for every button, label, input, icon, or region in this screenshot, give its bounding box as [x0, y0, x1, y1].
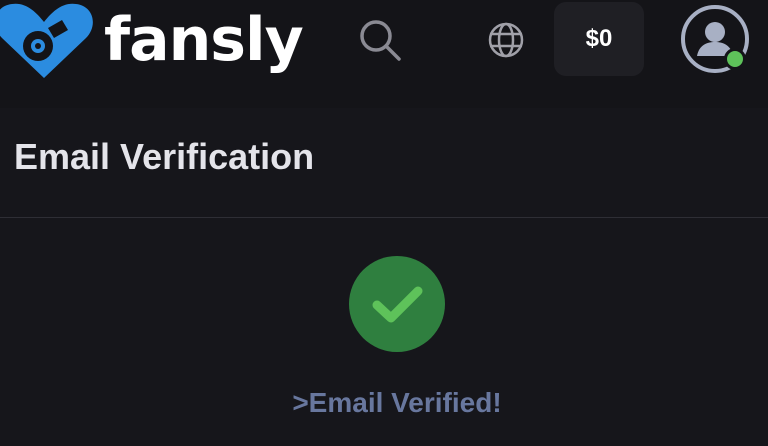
- verification-content: >Email Verified!: [0, 219, 768, 446]
- language-button[interactable]: [486, 20, 526, 60]
- online-status-icon: [724, 48, 746, 70]
- page-title: Email Verification: [14, 136, 315, 177]
- globe-icon: [488, 22, 524, 58]
- wallet-balance-button[interactable]: $0: [554, 2, 644, 76]
- success-badge: [349, 256, 445, 352]
- heart-lock-logo-icon: [0, 3, 93, 78]
- wallet-balance: $0: [585, 25, 613, 52]
- search-button[interactable]: [356, 16, 404, 64]
- search-icon: [360, 20, 401, 61]
- top-navigation-bar: fansly $0: [0, 0, 768, 108]
- page-header: Email Verification: [0, 108, 768, 218]
- verification-status-message: >Email Verified!: [292, 387, 502, 418]
- brand-name: fansly: [104, 5, 304, 75]
- check-icon: [372, 286, 423, 323]
